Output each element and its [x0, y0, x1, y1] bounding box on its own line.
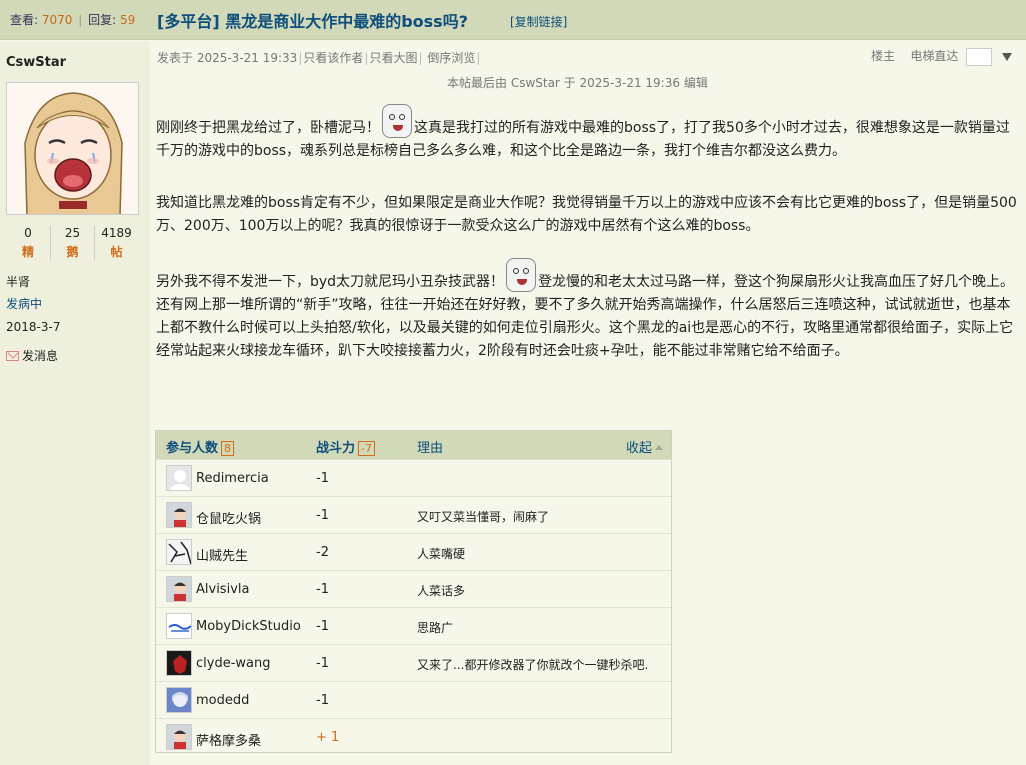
participants-header: 参与人数 8: [166, 437, 235, 456]
meta-separator: |: [476, 51, 481, 65]
envelope-icon: [6, 351, 19, 361]
rating-row: Redimercia -1: [156, 459, 671, 496]
post-paragraph-3: 另外我不得不发泄一下，byd太刀就尼玛小丑杂技武器！ 登龙慢的和老太太过马路一样，…: [156, 258, 1018, 363]
rating-row: 萨格摩多桑 + 1: [156, 718, 671, 755]
floor-jump-input[interactable]: [966, 47, 993, 66]
power-label: 战斗力: [316, 441, 356, 456]
only-big-image-link[interactable]: 只看大图: [369, 51, 417, 65]
rater-avatar[interactable]: [166, 613, 192, 639]
avatar[interactable]: [6, 82, 139, 215]
replies-count: 59: [120, 13, 136, 27]
count-digest-value: 0: [24, 226, 32, 240]
rater-reason: 人菜话多: [417, 584, 466, 598]
count-posts[interactable]: 4189 帖: [94, 226, 138, 260]
power-header: 战斗力 -7: [316, 437, 375, 456]
rater-avatar[interactable]: [166, 576, 192, 602]
only-author-link[interactable]: 只看该作者: [303, 51, 363, 65]
count-goose[interactable]: 25 鹅: [50, 226, 94, 260]
power-total: -7: [358, 441, 375, 456]
post-text: 另外我不得不发泄一下，byd太刀就尼玛小丑杂技武器！: [156, 274, 505, 290]
rating-row: clyde-wang -1 又来了...都开修改器了你就改个一键秒杀吧.: [156, 644, 671, 681]
author-status[interactable]: 发病中: [6, 295, 42, 312]
rater-avatar[interactable]: [166, 650, 192, 676]
rating-row: 山贼先生 -2 人菜嘴硬: [156, 533, 671, 570]
post-meta: 发表于 2025-3-21 19:33|只看该作者|只看大图| 倒序浏览|: [157, 49, 481, 66]
rater-reason: 又叮又菜当懂哥，闹麻了: [417, 510, 550, 524]
copy-link-button[interactable]: [复制链接]: [510, 13, 567, 30]
views-count: 7070: [41, 13, 73, 27]
count-digest[interactable]: 0 精: [6, 226, 50, 260]
rater-avatar[interactable]: [166, 465, 192, 491]
send-message-link[interactable]: 发消息: [6, 347, 58, 364]
count-digest-label: 精: [21, 245, 34, 259]
rater-score: -1: [316, 471, 329, 486]
views-label: 查看:: [10, 13, 39, 27]
rater-avatar[interactable]: [166, 687, 192, 713]
reason-header: 理由: [417, 441, 444, 456]
rater-avatar[interactable]: [166, 502, 192, 528]
rater-score: -1: [316, 656, 329, 671]
collapse-button[interactable]: 收起: [626, 437, 663, 456]
rater-score: -1: [316, 619, 329, 634]
rater-name[interactable]: clyde-wang: [196, 656, 270, 671]
emoji-angry-icon: [506, 258, 537, 292]
rater-score: -1: [316, 693, 329, 708]
rater-name[interactable]: modedd: [196, 693, 249, 708]
rating-row: modedd -1: [156, 681, 671, 718]
rating-table: 参与人数 8 战斗力 -7 理由 收起 Redimercia -1 仓鼠吃火锅 -1…: [155, 430, 672, 753]
post-paragraph-2: 我知道比黑龙难的boss肯定有不少，但如果限定是商业大作呢？我觉得销量千万以上的…: [156, 195, 1017, 234]
thread-title[interactable]: [多平台] 黑龙是商业大作中最难的boss吗?: [157, 8, 468, 32]
meta-separator: |: [364, 51, 369, 65]
reverse-order-link[interactable]: 倒序浏览: [427, 51, 475, 65]
rater-name[interactable]: Redimercia: [196, 471, 269, 486]
participants-label: 参与人数: [166, 441, 219, 456]
meta-separator: |: [298, 51, 303, 65]
count-goose-value: 25: [64, 226, 81, 240]
rater-name[interactable]: MobyDickStudio: [196, 619, 301, 634]
thread-stats: 查看: 7070 | 回复: 59: [10, 11, 135, 28]
rating-row: 仓鼠吃火锅 -1 又叮又菜当懂哥，闹麻了: [156, 496, 671, 533]
rater-name[interactable]: 萨格摩多桑: [196, 730, 261, 749]
count-posts-label: 帖: [110, 245, 123, 259]
stats-separator: |: [78, 13, 83, 27]
count-goose-label: 鹅: [66, 245, 79, 259]
rater-name[interactable]: 山贼先生: [196, 545, 248, 564]
rater-score: -2: [316, 545, 329, 560]
participants-count: 8: [221, 441, 235, 456]
rater-avatar[interactable]: [166, 539, 192, 565]
author-sidebar: CswStar 0 精 25 鹅 4189 帖 半肾 发病中 2018-3-7 …: [0, 41, 150, 765]
meta-separator: |: [418, 51, 423, 65]
rating-row: MobyDickStudio -1 思路广: [156, 607, 671, 644]
rater-reason: 又来了...都开修改器了你就改个一键秒杀吧.: [417, 658, 649, 672]
author-name[interactable]: CswStar: [6, 55, 66, 70]
rater-avatar[interactable]: [166, 724, 192, 750]
rater-score: + 1: [316, 730, 340, 745]
author-counts: 0 精 25 鹅 4189 帖: [6, 226, 138, 264]
rating-row: Alvisivla -1 人菜话多: [156, 570, 671, 607]
author-reg-date: 2018-3-7: [6, 320, 61, 334]
rater-reason: 人菜嘴硬: [417, 547, 466, 561]
rater-score: -1: [316, 508, 329, 523]
rater-score: -1: [316, 582, 329, 597]
rater-reason: 思路广: [417, 621, 454, 635]
rating-header: 参与人数 8 战斗力 -7 理由 收起: [156, 431, 671, 459]
thread-header: 查看: 7070 | 回复: 59 [多平台] 黑龙是商业大作中最难的boss吗…: [0, 0, 1026, 40]
rater-name[interactable]: 仓鼠吃火锅: [196, 508, 261, 527]
elevator-label: 电梯直达: [910, 49, 959, 63]
floor-label: 楼主: [871, 49, 896, 63]
post-time: 发表于 2025-3-21 19:33: [157, 51, 298, 65]
edit-note: 本帖最后由 CswStar 于 2025-3-21 19:36 编辑: [447, 76, 708, 90]
emoji-shocked-icon: [382, 104, 412, 138]
replies-label: 回复:: [88, 13, 117, 27]
author-rank: 半肾: [6, 275, 31, 289]
post-text: 刚刚终于把黑龙给过了，卧槽泥马！: [156, 120, 380, 136]
floor-nav: 楼主 电梯直达: [871, 47, 1012, 66]
post-paragraph-1: 刚刚终于把黑龙给过了，卧槽泥马！ 这真是我打过的所有游戏中最难的boss了，打了我…: [156, 104, 1018, 163]
rater-name[interactable]: Alvisivla: [196, 582, 249, 597]
send-message-label: 发消息: [22, 349, 59, 363]
count-posts-value: 4189: [101, 226, 132, 240]
arrow-down-icon[interactable]: [1002, 52, 1012, 61]
avatar-image: [7, 83, 138, 214]
